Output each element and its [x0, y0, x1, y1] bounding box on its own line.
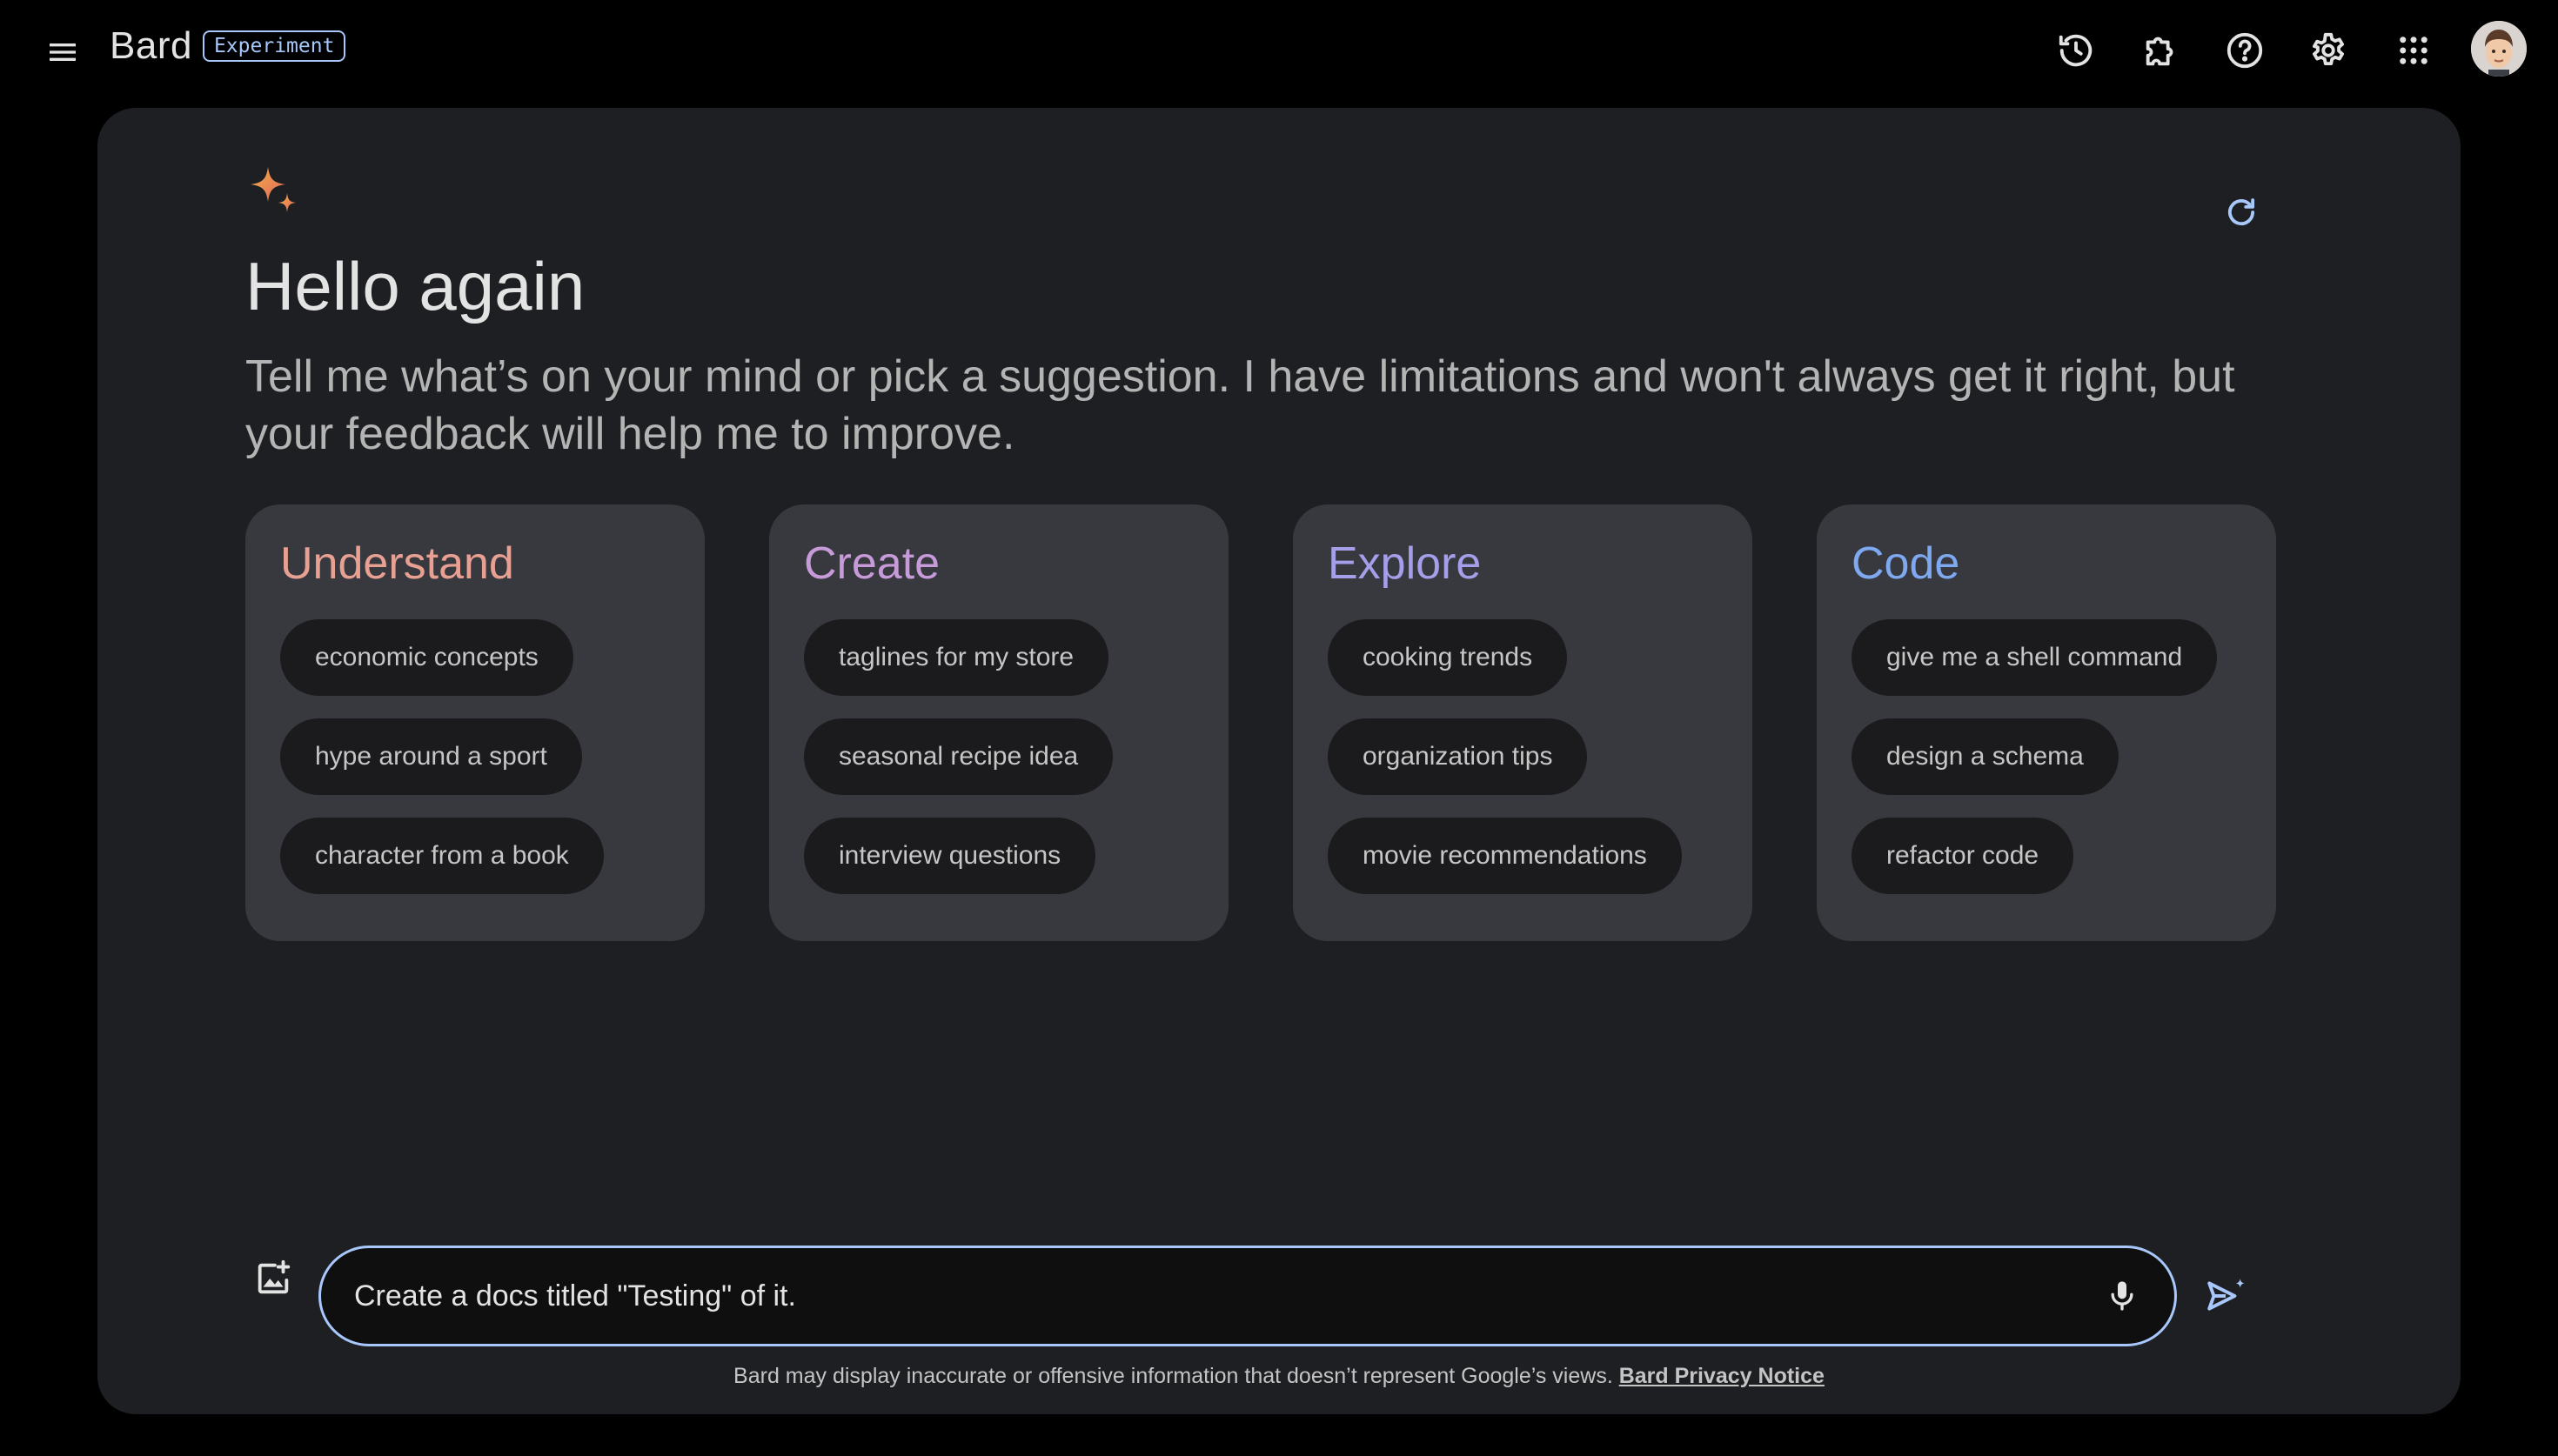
- suggestion-chip[interactable]: taglines for my store: [804, 619, 1109, 696]
- card-title: Code: [1852, 538, 1960, 589]
- privacy-notice-link[interactable]: Bard Privacy Notice: [1619, 1364, 1825, 1388]
- suggestion-chip[interactable]: refactor code: [1852, 818, 2074, 894]
- prompt-box: [318, 1246, 2177, 1346]
- welcome-title: Hello again: [245, 248, 586, 324]
- disclaimer: Bard may display inaccurate or offensive…: [97, 1364, 2461, 1389]
- bard-sparkle-icon: [247, 165, 303, 221]
- welcome-intro: Tell me what’s on your mind or pick a su…: [245, 351, 2235, 459]
- card-explore: Explore cooking trends organization tips…: [1293, 504, 1752, 941]
- history-icon[interactable]: [2043, 17, 2109, 83]
- settings-icon[interactable]: [2295, 17, 2361, 83]
- experiment-badge: Experiment: [202, 30, 346, 62]
- card-title: Create: [804, 538, 941, 589]
- card-create: Create taglines for my store seasonal re…: [769, 504, 1229, 941]
- send-icon[interactable]: [2194, 1265, 2257, 1327]
- disclaimer-text: Bard may display inaccurate or offensive…: [733, 1364, 1613, 1388]
- help-icon[interactable]: [2212, 17, 2278, 83]
- card-code: Code give me a shell command design a sc…: [1817, 504, 2276, 941]
- suggestion-chip[interactable]: design a schema: [1852, 718, 2119, 795]
- suggestion-chip[interactable]: seasonal recipe idea: [804, 718, 1114, 795]
- menu-icon[interactable]: [31, 21, 94, 83]
- suggestion-chip[interactable]: give me a shell command: [1852, 619, 2218, 696]
- suggestion-chip[interactable]: movie recommendations: [1328, 818, 1682, 894]
- suggestion-chip[interactable]: economic concepts: [280, 619, 573, 696]
- extensions-icon[interactable]: [2128, 17, 2194, 83]
- brand-name: Bard: [110, 24, 192, 67]
- prompt-input[interactable]: [321, 1248, 2091, 1344]
- brand: Bard Experiment: [110, 24, 346, 68]
- card-understand: Understand economic concepts hype around…: [245, 504, 705, 941]
- apps-icon[interactable]: [2381, 17, 2447, 83]
- top-bar: Bard Experiment: [0, 0, 2558, 101]
- upload-image-icon[interactable]: [245, 1251, 301, 1306]
- suggestion-chip[interactable]: hype around a sport: [280, 718, 582, 795]
- refresh-suggestions-icon[interactable]: [2212, 183, 2271, 242]
- card-title: Understand: [280, 538, 514, 589]
- suggestion-chip[interactable]: cooking trends: [1328, 619, 1568, 696]
- card-title: Explore: [1328, 538, 1482, 589]
- main-panel: Hello again Tell me what’s on your mind …: [97, 108, 2461, 1414]
- suggestion-chip[interactable]: character from a book: [280, 818, 604, 894]
- suggestion-cards: Understand economic concepts hype around…: [245, 504, 2278, 941]
- avatar[interactable]: [2471, 21, 2527, 77]
- microphone-icon[interactable]: [2091, 1265, 2153, 1327]
- suggestion-chip[interactable]: organization tips: [1328, 718, 1588, 795]
- suggestion-chip[interactable]: interview questions: [804, 818, 1096, 894]
